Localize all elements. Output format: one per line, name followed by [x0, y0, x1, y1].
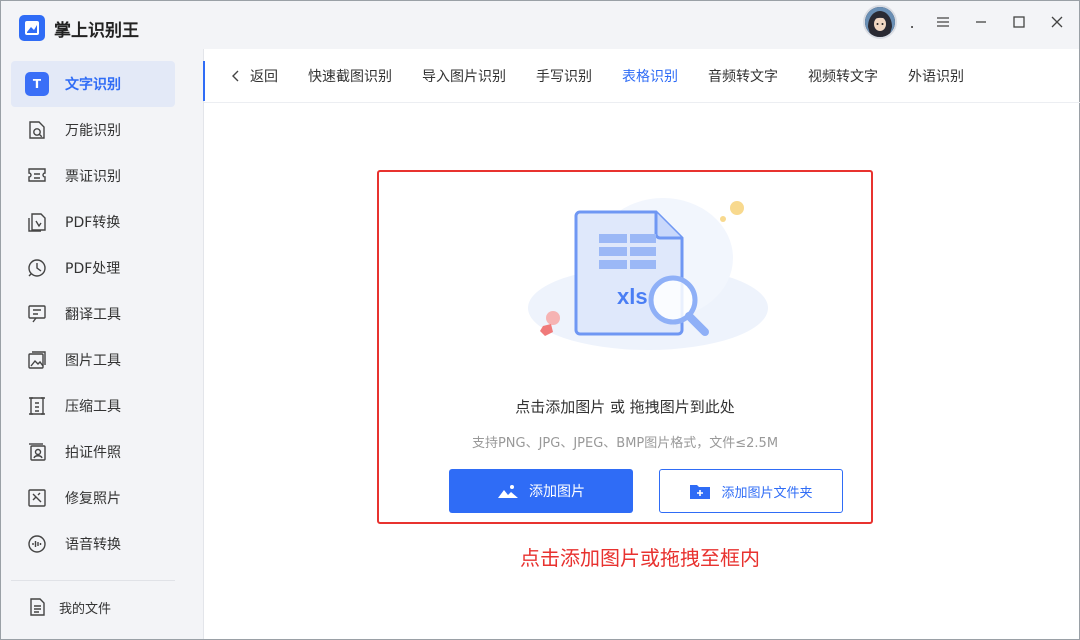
menu-icon[interactable]	[931, 10, 955, 34]
file-icon	[25, 595, 49, 619]
close-icon[interactable]	[1045, 10, 1069, 34]
sidebar-item-label: 拍证件照	[65, 445, 121, 461]
sidebar-item-label: 票证识别	[65, 169, 121, 185]
tab-table-recognition[interactable]: 表格识别	[622, 49, 678, 103]
tab-import-image[interactable]: 导入图片识别	[422, 49, 506, 103]
tab-audio-to-text[interactable]: 音频转文字	[708, 49, 778, 103]
folder-plus-icon	[690, 485, 711, 499]
instruction-annotation: 点击添加图片或拖拽至框内	[1, 542, 1080, 571]
sidebar-item-label: 万能识别	[65, 123, 121, 139]
sidebar-item-label: 文字识别	[65, 77, 121, 93]
sidebar-item-compress-tool[interactable]: 压缩工具	[11, 383, 175, 429]
dropzone-hint: 支持PNG、JPG、JPEG、BMP图片格式，文件≤2.5M	[471, 436, 779, 451]
sidebar-item-pdf-process[interactable]: PDF处理	[11, 245, 175, 291]
repair-photo-icon	[25, 486, 49, 510]
scan-search-icon	[25, 118, 49, 142]
back-label: 返回	[250, 68, 278, 85]
tab-quick-screenshot[interactable]: 快速截图识别	[308, 49, 392, 103]
add-image-button[interactable]: 添加图片	[449, 469, 633, 513]
id-photo-icon	[25, 440, 49, 464]
sidebar-item-translate[interactable]: 翻译工具	[11, 291, 175, 337]
sidebar-item-my-files[interactable]: 我的文件	[11, 587, 175, 627]
sidebar-item-label: 图片工具	[65, 353, 121, 369]
image-tool-icon	[25, 348, 49, 372]
sidebar-item-universal-recognition[interactable]: 万能识别	[11, 107, 175, 153]
tab-handwriting[interactable]: 手写识别	[536, 49, 592, 103]
annotation-text: 点击添加图片或拖拽至框内	[520, 546, 760, 570]
sidebar-item-text-recognition[interactable]: T 文字识别	[11, 61, 175, 107]
sidebar-item-label: 翻译工具	[65, 307, 121, 323]
chevron-left-icon	[232, 70, 239, 81]
minimize-icon[interactable]	[969, 10, 993, 34]
xls-file-illustration: xls	[528, 198, 768, 350]
titlebar-dot: .	[909, 12, 915, 32]
sidebar-item-ticket-recognition[interactable]: 票证识别	[11, 153, 175, 199]
xls-label: xls	[617, 284, 648, 309]
tab-bar: 返回 快速截图识别 导入图片识别 手写识别 表格识别 音频转文字 视频转文字 外…	[204, 49, 1080, 103]
sidebar-item-id-photo[interactable]: 拍证件照	[11, 429, 175, 475]
add-image-label: 添加图片	[529, 484, 585, 500]
pdf-convert-icon	[25, 210, 49, 234]
titlebar-controls: .	[863, 5, 1069, 39]
sidebar-item-repair-photo[interactable]: 修复照片	[11, 475, 175, 521]
sidebar-item-label: 修复照片	[65, 491, 121, 507]
maximize-icon[interactable]	[1007, 10, 1031, 34]
ticket-icon	[25, 164, 49, 188]
sidebar-nav: T 文字识别 万能识别 票证识别 PDF转换 PDF处理 翻译工具 图片工具 压…	[11, 61, 175, 567]
sidebar-item-label: PDF转换	[65, 215, 121, 231]
pdf-process-icon	[25, 256, 49, 280]
add-folder-button[interactable]: 添加图片文件夹	[659, 469, 843, 513]
text-t-icon: T	[25, 72, 49, 96]
back-button[interactable]: 返回	[230, 66, 278, 86]
app-title: 掌上识别王	[54, 20, 139, 41]
sidebar-item-label: PDF处理	[65, 261, 121, 277]
brand: 掌上识别王	[19, 15, 139, 41]
sidebar-item-pdf-convert[interactable]: PDF转换	[11, 199, 175, 245]
app-logo-icon	[19, 15, 45, 41]
sidebar-item-image-tool[interactable]: 图片工具	[11, 337, 175, 383]
tab-video-to-text[interactable]: 视频转文字	[808, 49, 878, 103]
sidebar-divider	[11, 580, 175, 581]
compress-icon	[25, 394, 49, 418]
user-avatar[interactable]	[863, 5, 897, 39]
image-icon	[498, 485, 518, 498]
sidebar-item-label: 压缩工具	[65, 399, 121, 415]
my-files-label: 我的文件	[59, 601, 112, 617]
app-window: 掌上识别王 T 文字识别 万能识别 票证识别 PDF转换 PDF处理 翻译工具 …	[0, 0, 1080, 640]
image-dropzone[interactable]: xls 点击添加图片 或 拖拽图片到此处 支持PNG、JPG、JPEG、BMP图…	[377, 170, 873, 524]
dropzone-title: 点击添加图片 或 拖拽图片到此处	[515, 398, 735, 416]
translate-icon	[25, 302, 49, 326]
add-folder-label: 添加图片文件夹	[721, 485, 813, 501]
tab-foreign-language[interactable]: 外语识别	[908, 49, 964, 103]
